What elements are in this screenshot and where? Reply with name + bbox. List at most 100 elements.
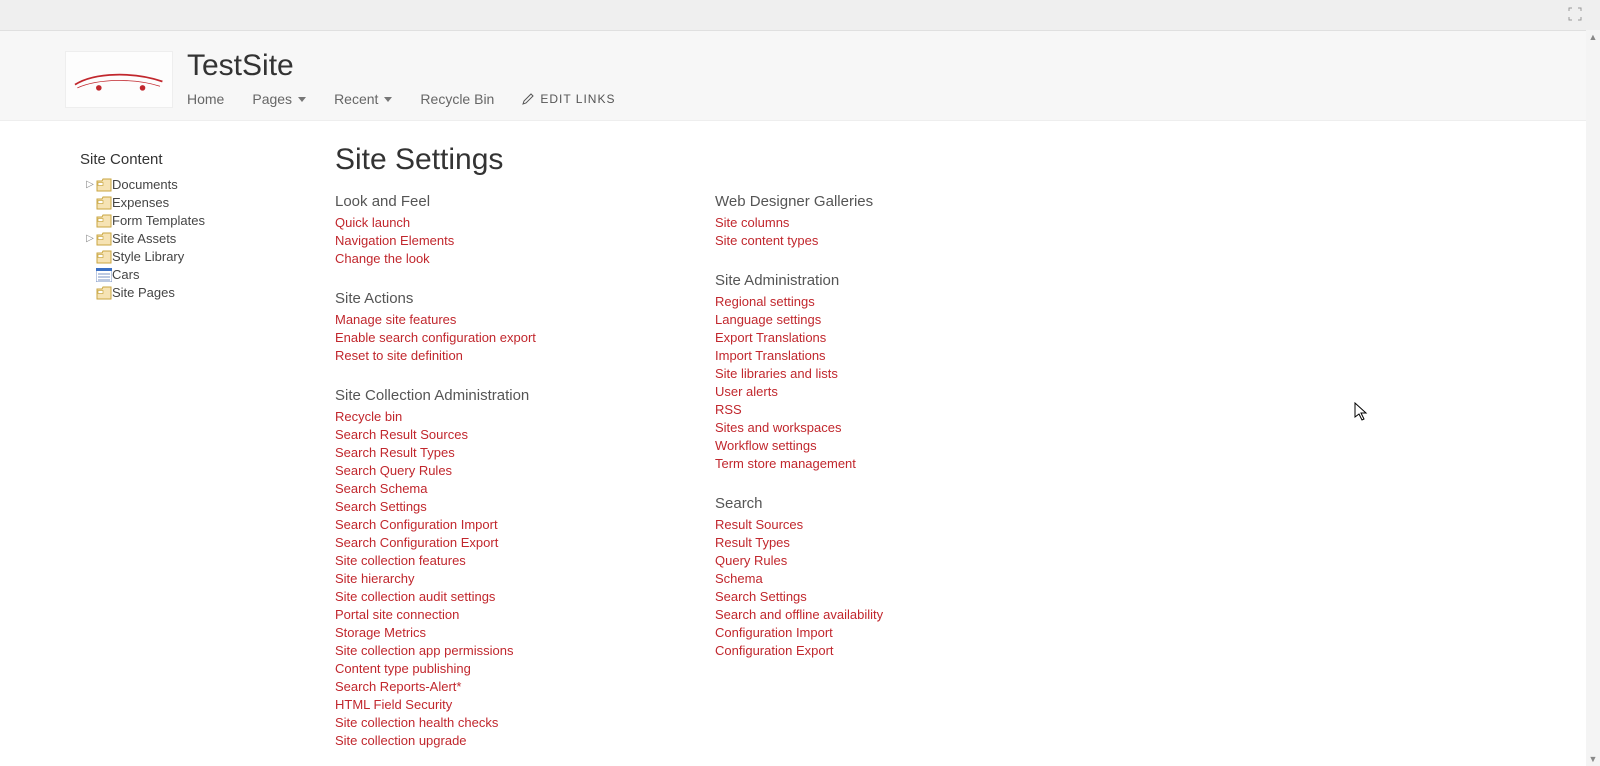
settings-section-heading: Search xyxy=(715,495,1025,512)
pencil-icon xyxy=(522,93,534,105)
left-nav: Site Content ▷ DocumentsExpensesForm Temp… xyxy=(80,151,305,766)
folder-icon xyxy=(96,214,112,228)
nav-edit-links[interactable]: EDIT LINKS xyxy=(522,92,615,106)
settings-link[interactable]: Storage Metrics xyxy=(335,624,645,642)
tree-item-label: Expenses xyxy=(112,194,169,212)
scroll-up-icon[interactable]: ▲ xyxy=(1586,30,1600,44)
tree-item[interactable]: Expenses xyxy=(86,194,305,212)
nav-home[interactable]: Home xyxy=(187,91,224,107)
settings-link[interactable]: RSS xyxy=(715,401,1025,419)
settings-link[interactable]: Change the look xyxy=(335,250,645,268)
settings-column-2: Web Designer Galleries Site columnsSite c… xyxy=(715,193,1025,766)
nav-pages[interactable]: Pages xyxy=(252,91,306,107)
settings-link[interactable]: Site content types xyxy=(715,232,1025,250)
settings-link[interactable]: Site collection upgrade xyxy=(335,732,645,750)
settings-link[interactable]: Site hierarchy xyxy=(335,570,645,588)
settings-link[interactable]: Search Result Sources xyxy=(335,426,645,444)
settings-link[interactable]: Site collection health checks xyxy=(335,714,645,732)
tree-item-label: Cars xyxy=(112,266,139,284)
settings-section-links: Quick launchNavigation ElementsChange th… xyxy=(335,214,645,268)
settings-link[interactable]: Reset to site definition xyxy=(335,347,645,365)
settings-link[interactable]: Search Settings xyxy=(335,498,645,516)
settings-link[interactable]: Configuration Import xyxy=(715,624,1025,642)
site-logo[interactable] xyxy=(65,51,173,108)
ribbon-bar xyxy=(0,0,1600,31)
settings-link[interactable]: Result Types xyxy=(715,534,1025,552)
settings-link[interactable]: Search Query Rules xyxy=(335,462,645,480)
nav-pages-label: Pages xyxy=(252,91,292,107)
tree-item[interactable]: Cars xyxy=(86,266,305,284)
settings-section-heading: Site Administration xyxy=(715,272,1025,289)
folder-icon xyxy=(96,196,112,210)
settings-link[interactable]: Enable search configuration export xyxy=(335,329,645,347)
tree-item-label: Site Assets xyxy=(112,230,176,248)
settings-link[interactable]: Search Reports-Alert* xyxy=(335,678,645,696)
tree-item[interactable]: Form Templates xyxy=(86,212,305,230)
settings-column-1: Look and Feel Quick launchNavigation Elem… xyxy=(335,193,645,766)
settings-link[interactable]: Import Translations xyxy=(715,347,1025,365)
settings-link[interactable]: Site libraries and lists xyxy=(715,365,1025,383)
tree-item-label: Documents xyxy=(112,176,178,194)
site-title[interactable]: TestSite xyxy=(187,51,615,81)
site-header: TestSite Home Pages Recent Recycle Bin xyxy=(0,31,1600,121)
expander-icon[interactable]: ▷ xyxy=(86,176,94,194)
nav-recent[interactable]: Recent xyxy=(334,91,392,107)
tree-item-label: Form Templates xyxy=(112,212,205,230)
settings-link[interactable]: Portal site connection xyxy=(335,606,645,624)
tree-item[interactable]: Site Pages xyxy=(86,284,305,302)
main-content: Site Settings Look and FeelQuick launchN… xyxy=(335,151,1600,766)
caret-down-icon xyxy=(298,97,306,102)
tree-item-label: Site Pages xyxy=(112,284,175,302)
settings-link[interactable]: Search Result Types xyxy=(335,444,645,462)
scroll-down-icon[interactable]: ▼ xyxy=(1586,752,1600,766)
settings-link[interactable]: Regional settings xyxy=(715,293,1025,311)
settings-section-heading: Web Designer Galleries xyxy=(715,193,1025,210)
settings-link[interactable]: Quick launch xyxy=(335,214,645,232)
settings-link[interactable]: Navigation Elements xyxy=(335,232,645,250)
folder-icon xyxy=(96,178,112,192)
settings-link[interactable]: Schema xyxy=(715,570,1025,588)
top-nav: Home Pages Recent Recycle Bin ED xyxy=(187,91,615,107)
settings-link[interactable]: Recycle bin xyxy=(335,408,645,426)
settings-link[interactable]: Search Configuration Import xyxy=(335,516,645,534)
expander-icon[interactable]: ▷ xyxy=(86,230,94,248)
settings-link[interactable]: Term store management xyxy=(715,455,1025,473)
folder-icon xyxy=(96,286,112,300)
settings-link[interactable]: Search Schema xyxy=(335,480,645,498)
nav-recycle-bin[interactable]: Recycle Bin xyxy=(420,91,494,107)
settings-link[interactable]: Sites and workspaces xyxy=(715,419,1025,437)
tree-item-label: Style Library xyxy=(112,248,184,266)
tree-item[interactable]: ▷ Documents xyxy=(86,176,305,194)
settings-link[interactable]: Export Translations xyxy=(715,329,1025,347)
left-nav-heading: Site Content xyxy=(80,151,305,168)
tree-item[interactable]: Style Library xyxy=(86,248,305,266)
settings-link[interactable]: Manage site features xyxy=(335,311,645,329)
settings-section-heading: Site Actions xyxy=(335,290,645,307)
settings-link[interactable]: Search Settings xyxy=(715,588,1025,606)
settings-link[interactable]: Content type publishing xyxy=(335,660,645,678)
settings-link[interactable]: Site collection features xyxy=(335,552,645,570)
settings-section-links: Site columnsSite content types xyxy=(715,214,1025,250)
content-area: Site Content ▷ DocumentsExpensesForm Temp… xyxy=(0,121,1600,766)
settings-section-heading: Look and Feel xyxy=(335,193,645,210)
settings-link[interactable]: Search and offline availability xyxy=(715,606,1025,624)
settings-link[interactable]: Workflow settings xyxy=(715,437,1025,455)
settings-link[interactable]: Site columns xyxy=(715,214,1025,232)
settings-link[interactable]: Search Configuration Export xyxy=(335,534,645,552)
folder-icon xyxy=(96,250,112,264)
settings-link[interactable]: Result Sources xyxy=(715,516,1025,534)
settings-link[interactable]: Site collection app permissions xyxy=(335,642,645,660)
tree-item[interactable]: ▷ Site Assets xyxy=(86,230,305,248)
vertical-scrollbar[interactable]: ▲ ▼ xyxy=(1586,30,1600,766)
fullscreen-icon[interactable] xyxy=(1568,7,1582,21)
settings-link[interactable]: Configuration Export xyxy=(715,642,1025,660)
settings-link[interactable]: Query Rules xyxy=(715,552,1025,570)
settings-link[interactable]: Site collection audit settings xyxy=(335,588,645,606)
settings-link[interactable]: HTML Field Security xyxy=(335,696,645,714)
settings-link[interactable]: Language settings xyxy=(715,311,1025,329)
settings-link[interactable]: User alerts xyxy=(715,383,1025,401)
settings-section-links: Result SourcesResult TypesQuery RulesSch… xyxy=(715,516,1025,660)
settings-section-heading: Site Collection Administration xyxy=(335,387,645,404)
edit-links-label: EDIT LINKS xyxy=(540,92,615,106)
settings-section-links: Manage site featuresEnable search config… xyxy=(335,311,645,365)
